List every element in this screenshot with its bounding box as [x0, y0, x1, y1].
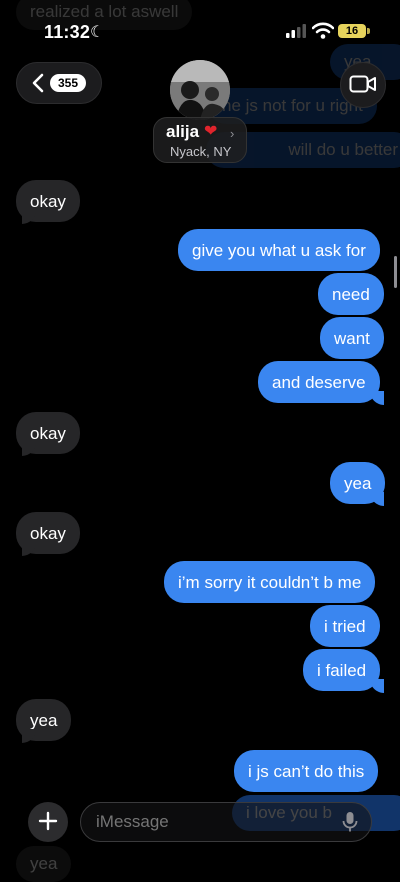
microphone-icon[interactable] [342, 811, 358, 833]
plus-icon[interactable] [38, 811, 58, 831]
chevron-right-icon: › [230, 126, 235, 141]
chevron-left-icon[interactable] [28, 72, 50, 94]
message-bubble-outgoing[interactable]: i’m sorry it couldn’t b me [164, 561, 376, 603]
battery-indicator: 16 [338, 24, 366, 38]
scroll-indicator[interactable] [394, 256, 397, 288]
heart-icon: ❤ [204, 123, 218, 140]
contact-location: Nyack, NY [170, 144, 232, 159]
video-camera-icon[interactable] [349, 73, 377, 95]
unread-count-badge: 355 [50, 74, 86, 92]
message-bubble-outgoing[interactable]: i js can’t do this [234, 750, 379, 792]
focus-moon-icon: ☾ [90, 24, 105, 41]
ghost-message: yea [16, 846, 72, 882]
bubble-tail [370, 391, 384, 405]
message-bubble-outgoing[interactable]: want [320, 317, 384, 359]
bubble-tail [370, 679, 384, 693]
message-bubble-outgoing[interactable]: i failed [303, 649, 381, 691]
message-bubble-outgoing[interactable]: i tried [310, 605, 380, 647]
contact-name: alija [166, 122, 200, 141]
message-bubble-outgoing[interactable]: give you what u ask for [178, 229, 380, 271]
wifi-icon [312, 22, 334, 39]
battery-tip [367, 28, 370, 34]
contact-avatar[interactable] [170, 60, 230, 120]
message-bubble-outgoing[interactable]: need [318, 273, 384, 315]
message-bubble-outgoing[interactable]: and deserve [258, 361, 380, 403]
status-time: 11:32 [44, 22, 91, 42]
bubble-tail [370, 492, 384, 506]
message-input[interactable] [96, 812, 306, 832]
signal-icon [286, 24, 306, 38]
